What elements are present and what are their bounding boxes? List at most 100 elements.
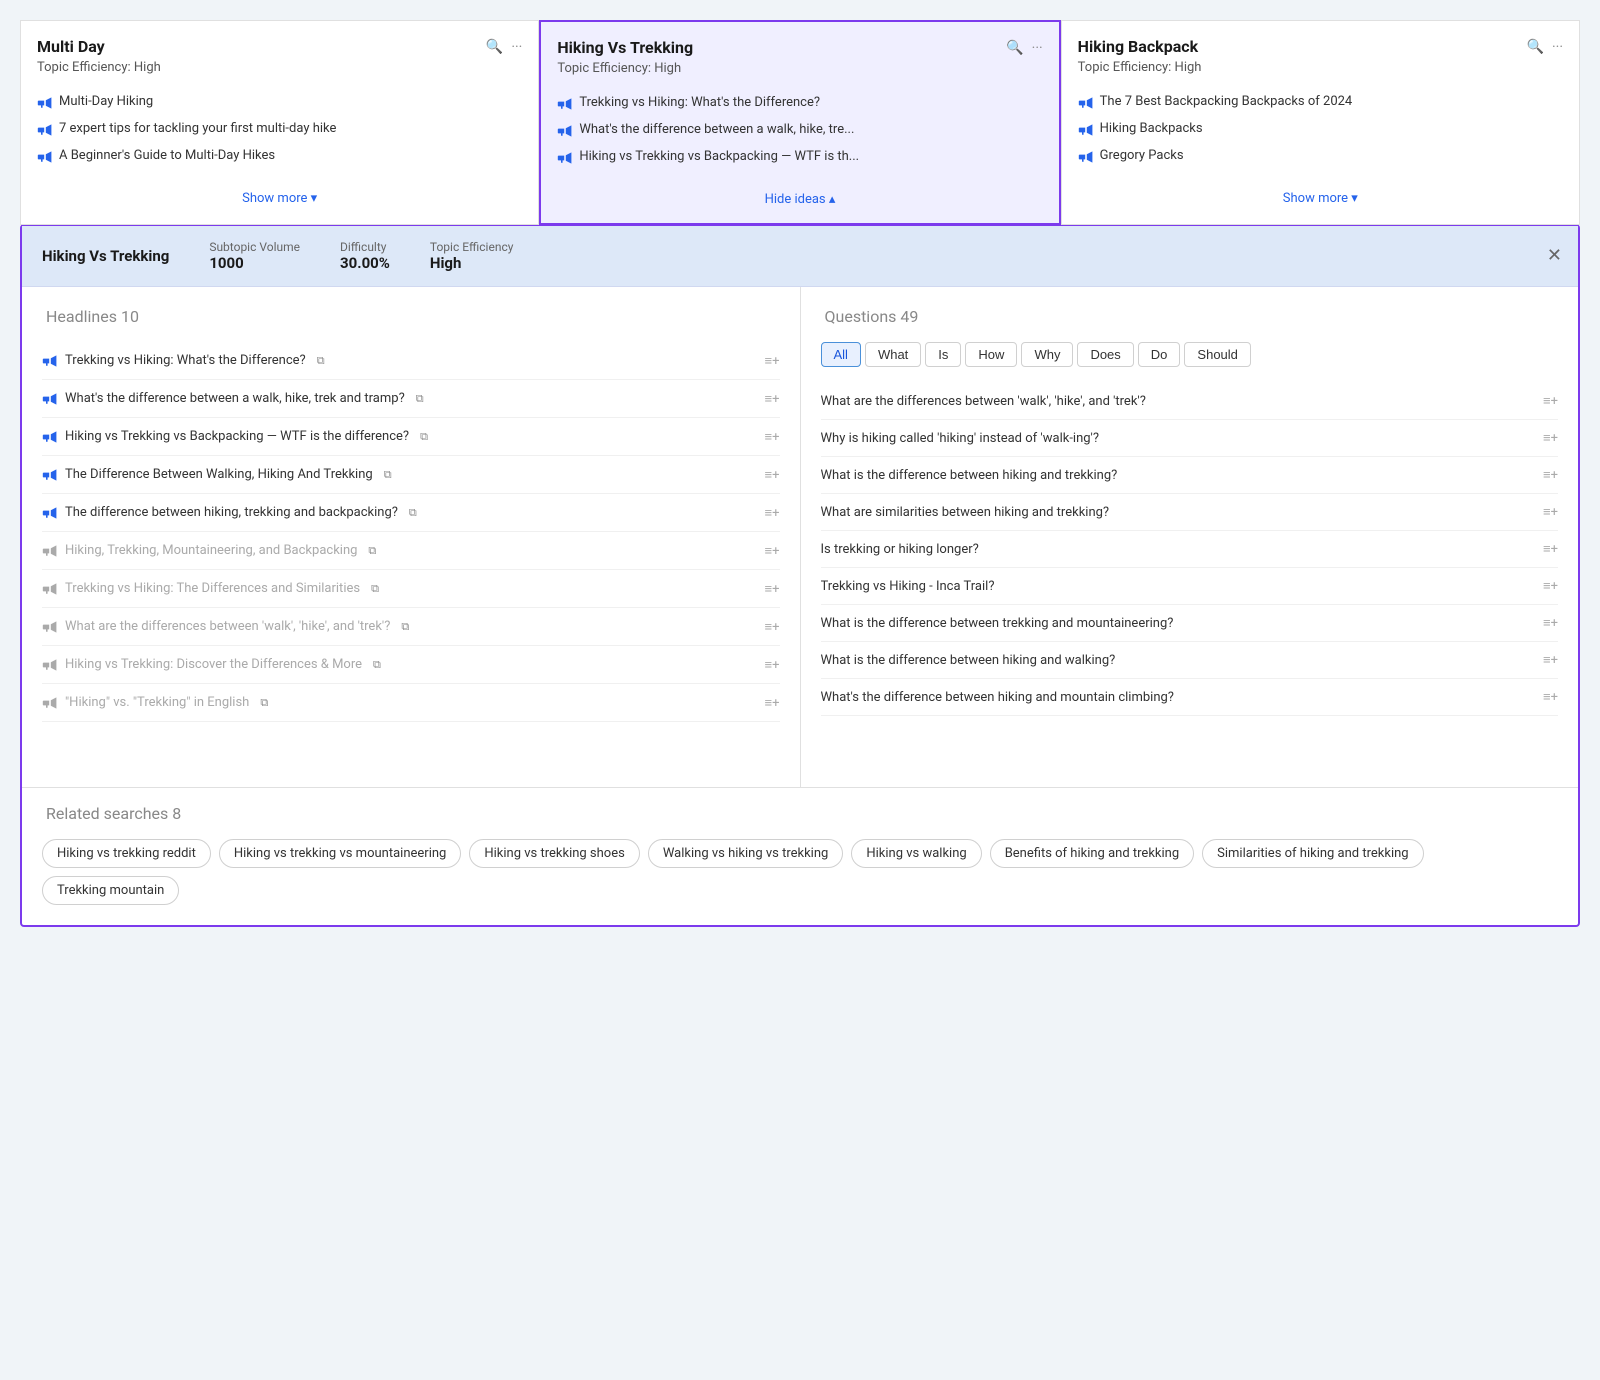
- question-filters: All What Is How Why Does Do Should: [821, 342, 1559, 367]
- question-item-6: What is the difference between trekking …: [821, 605, 1559, 642]
- questions-title: Questions49: [821, 307, 1559, 326]
- search-icon-multi[interactable]: 🔍: [486, 39, 503, 55]
- question-item-8: What's the difference between hiking and…: [821, 679, 1559, 716]
- add-question-icon[interactable]: ≡+: [1543, 504, 1558, 520]
- headline-item-5: Hiking, Trekking, Mountaineering, and Ba…: [42, 532, 780, 570]
- related-title: Related searches8: [42, 804, 1558, 823]
- headline-item-7: What are the differences between 'walk',…: [42, 608, 780, 646]
- show-more-multi[interactable]: Show more ▾: [242, 191, 317, 206]
- filter-should[interactable]: Should: [1184, 342, 1250, 367]
- card-multi-day[interactable]: Multi Day 🔍 ··· Topic Efficiency: High M…: [20, 20, 539, 225]
- add-to-brief-icon[interactable]: ≡+: [765, 657, 780, 673]
- add-question-icon[interactable]: ≡+: [1543, 578, 1558, 594]
- filter-is[interactable]: Is: [925, 342, 961, 367]
- add-question-icon[interactable]: ≡+: [1543, 467, 1558, 483]
- list-item: Gregory Packs: [1078, 143, 1563, 170]
- filter-why[interactable]: Why: [1021, 342, 1073, 367]
- add-to-brief-icon[interactable]: ≡+: [765, 429, 780, 445]
- add-to-brief-icon[interactable]: ≡+: [765, 619, 780, 635]
- question-item-7: What is the difference between hiking an…: [821, 642, 1559, 679]
- close-button[interactable]: ✕: [1547, 247, 1562, 265]
- add-question-icon[interactable]: ≡+: [1543, 652, 1558, 668]
- add-question-icon[interactable]: ≡+: [1543, 689, 1558, 705]
- detail-topic-title: Hiking Vs Trekking: [42, 247, 169, 265]
- list-item: 7 expert tips for tackling your first mu…: [37, 116, 522, 143]
- external-link-icon[interactable]: ⧉: [373, 658, 381, 672]
- question-item-3: What are similarities between hiking and…: [821, 494, 1559, 531]
- list-item: A Beginner's Guide to Multi-Day Hikes: [37, 143, 522, 170]
- questions-column: Questions49 All What Is How Why Does Do …: [801, 287, 1579, 787]
- headline-item-6: Trekking vs Hiking: The Differences and …: [42, 570, 780, 608]
- headlines-title: Headlines10: [42, 307, 780, 326]
- headline-item-1: What's the difference between a walk, hi…: [42, 380, 780, 418]
- add-to-brief-icon[interactable]: ≡+: [765, 695, 780, 711]
- detail-stat-subtopic: Subtopic Volume 1000: [209, 240, 300, 272]
- related-tag-2[interactable]: Hiking vs trekking shoes: [469, 839, 639, 868]
- external-link-icon[interactable]: ⧉: [317, 354, 325, 368]
- top-cards-row: Multi Day 🔍 ··· Topic Efficiency: High M…: [20, 20, 1580, 225]
- filter-does[interactable]: Does: [1077, 342, 1133, 367]
- question-item-0: What are the differences between 'walk',…: [821, 383, 1559, 420]
- external-link-icon[interactable]: ⧉: [401, 620, 409, 634]
- related-searches-section: Related searches8 Hiking vs trekking red…: [22, 787, 1578, 925]
- add-question-icon[interactable]: ≡+: [1543, 615, 1558, 631]
- filter-all[interactable]: All: [821, 342, 861, 367]
- filter-how[interactable]: How: [965, 342, 1017, 367]
- list-item: The 7 Best Backpacking Backpacks of 2024: [1078, 89, 1563, 116]
- stat-efficiency-label: Topic Efficiency: [430, 240, 514, 254]
- stat-subtopic-value: 1000: [209, 254, 300, 272]
- search-icon-hb[interactable]: 🔍: [1527, 39, 1544, 55]
- card-hiking-vs-trekking[interactable]: Hiking Vs Trekking 🔍 ··· Topic Efficienc…: [539, 20, 1060, 225]
- stat-subtopic-label: Subtopic Volume: [209, 240, 300, 254]
- external-link-icon[interactable]: ⧉: [368, 544, 376, 558]
- card-hiking-backpack[interactable]: Hiking Backpack 🔍 ··· Topic Efficiency: …: [1061, 20, 1580, 225]
- more-icon-hb[interactable]: ···: [1552, 39, 1563, 55]
- more-icon-multi[interactable]: ···: [511, 39, 522, 55]
- more-icon-hvt[interactable]: ···: [1032, 40, 1043, 56]
- add-question-icon[interactable]: ≡+: [1543, 430, 1558, 446]
- external-link-icon[interactable]: ⧉: [384, 468, 392, 482]
- headline-item-8: Hiking vs Trekking: Discover the Differe…: [42, 646, 780, 684]
- add-to-brief-icon[interactable]: ≡+: [765, 581, 780, 597]
- filter-do[interactable]: Do: [1138, 342, 1181, 367]
- related-tag-1[interactable]: Hiking vs trekking vs mountaineering: [219, 839, 461, 868]
- add-to-brief-icon[interactable]: ≡+: [765, 543, 780, 559]
- stat-difficulty-value: 30.00%: [340, 254, 390, 272]
- card-multi-day-title: Multi Day: [37, 37, 105, 56]
- stat-difficulty-label: Difficulty: [340, 240, 390, 254]
- add-question-icon[interactable]: ≡+: [1543, 393, 1558, 409]
- headline-item-9: "Hiking" vs. "Trekking" in English ⧉ ≡+: [42, 684, 780, 722]
- detail-body: Headlines10 Trekking vs Hiking: What's t…: [22, 287, 1578, 787]
- filter-what[interactable]: What: [865, 342, 921, 367]
- list-item: Multi-Day Hiking: [37, 89, 522, 116]
- headline-item-4: The difference between hiking, trekking …: [42, 494, 780, 532]
- related-tag-6[interactable]: Similarities of hiking and trekking: [1202, 839, 1423, 868]
- related-tag-7[interactable]: Trekking mountain: [42, 876, 179, 905]
- add-to-brief-icon[interactable]: ≡+: [765, 505, 780, 521]
- external-link-icon[interactable]: ⧉: [409, 506, 417, 520]
- related-tag-0[interactable]: Hiking vs trekking reddit: [42, 839, 211, 868]
- stat-efficiency-value: High: [430, 254, 514, 272]
- related-tag-4[interactable]: Hiking vs walking: [851, 839, 981, 868]
- external-link-icon[interactable]: ⧉: [416, 392, 424, 406]
- card-hb-title: Hiking Backpack: [1078, 37, 1199, 56]
- add-question-icon[interactable]: ≡+: [1543, 541, 1558, 557]
- external-link-icon[interactable]: ⧉: [420, 430, 428, 444]
- add-to-brief-icon[interactable]: ≡+: [765, 391, 780, 407]
- detail-panel: Hiking Vs Trekking Subtopic Volume 1000 …: [20, 224, 1580, 927]
- add-to-brief-icon[interactable]: ≡+: [765, 467, 780, 483]
- detail-stat-efficiency: Topic Efficiency High: [430, 240, 514, 272]
- external-link-icon[interactable]: ⧉: [260, 696, 268, 710]
- detail-header: Hiking Vs Trekking Subtopic Volume 1000 …: [22, 226, 1578, 287]
- question-item-2: What is the difference between hiking an…: [821, 457, 1559, 494]
- list-item: Hiking Backpacks: [1078, 116, 1563, 143]
- add-to-brief-icon[interactable]: ≡+: [765, 353, 780, 369]
- headline-item-0: Trekking vs Hiking: What's the Differenc…: [42, 342, 780, 380]
- hide-ideas-hvt[interactable]: Hide ideas ▴: [765, 192, 836, 207]
- related-tags: Hiking vs trekking reddit Hiking vs trek…: [42, 839, 1558, 905]
- related-tag-3[interactable]: Walking vs hiking vs trekking: [648, 839, 844, 868]
- search-icon-hvt[interactable]: 🔍: [1006, 40, 1023, 56]
- show-more-hb[interactable]: Show more ▾: [1283, 191, 1358, 206]
- related-tag-5[interactable]: Benefits of hiking and trekking: [990, 839, 1194, 868]
- external-link-icon[interactable]: ⧉: [371, 582, 379, 596]
